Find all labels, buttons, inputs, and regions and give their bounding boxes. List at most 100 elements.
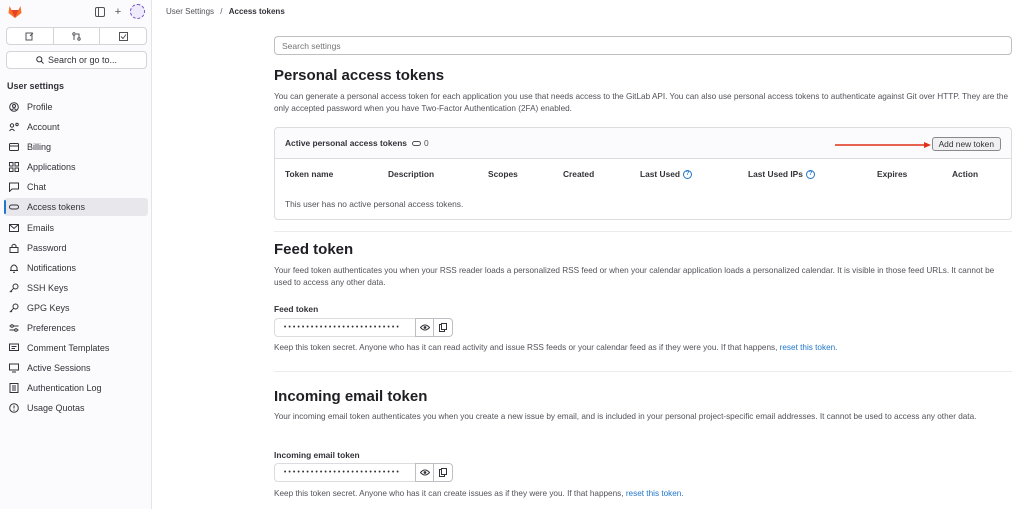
divider <box>274 371 1012 372</box>
token-icon <box>9 202 19 212</box>
token-icon <box>411 140 421 146</box>
quota-icon <box>9 403 19 414</box>
reset-feed-token-link[interactable]: reset this token. <box>780 343 838 352</box>
sidebar-item-label: Password <box>27 242 67 253</box>
avatar[interactable] <box>130 4 145 19</box>
col-last-used-label: Last Used <box>640 169 681 179</box>
incoming-token-label: Incoming email token <box>274 450 360 460</box>
todos-button[interactable] <box>100 28 146 44</box>
preferences-icon <box>9 323 19 333</box>
eye-icon <box>419 469 430 476</box>
sidebar-section-title: User settings <box>7 81 65 91</box>
pat-title: Personal access tokens <box>274 67 445 84</box>
breadcrumb-current: Access tokens <box>228 7 285 16</box>
sidebar-item-label: Comment Templates <box>27 343 110 354</box>
col-description: Description <box>388 169 435 179</box>
reveal-button[interactable] <box>415 463 434 482</box>
sidebar-item-label: Usage Quotas <box>27 403 85 414</box>
sidebar-item-billing[interactable]: Billing <box>4 138 148 156</box>
col-scopes: Scopes <box>488 169 518 179</box>
sidebar-item-label: GPG Keys <box>27 302 70 313</box>
search-settings-input[interactable] <box>274 36 1012 55</box>
sidebar: + Search or go to... User settings Profi… <box>0 0 152 509</box>
issues-icon <box>25 32 34 40</box>
annotation-arrow-icon <box>835 142 931 148</box>
sidebar-item-label: SSH Keys <box>27 282 69 293</box>
sidebar-item-label: Account <box>27 122 60 133</box>
sidebar-item-label: Emails <box>27 222 55 233</box>
sidebar-item-notifications[interactable]: Notifications <box>4 259 148 277</box>
sidebar-item-applications[interactable]: Applications <box>4 158 148 176</box>
key-icon <box>9 283 19 293</box>
feed-token-label: Feed token <box>274 304 319 314</box>
breadcrumb-parent[interactable]: User Settings <box>166 7 214 16</box>
sidebar-item-gpg-keys[interactable]: GPG Keys <box>4 299 148 317</box>
active-tokens-card: Active personal access tokens 0 Add new … <box>274 127 1012 220</box>
sidebar-item-active-sessions[interactable]: Active Sessions <box>4 359 148 377</box>
sidebar-item-comment-templates[interactable]: Comment Templates <box>4 339 148 357</box>
incoming-token-group: •••••••••••••••••••••••••• <box>274 463 453 482</box>
sidebar-item-chat[interactable]: Chat <box>4 178 148 196</box>
card-title: Active personal access tokens <box>285 138 407 148</box>
incoming-token-field[interactable]: •••••••••••••••••••••••••• <box>274 463 415 482</box>
todo-icon <box>118 31 128 41</box>
account-icon <box>9 122 19 132</box>
divider <box>274 231 1012 232</box>
question-icon[interactable]: ? <box>683 169 693 179</box>
eye-icon <box>419 324 430 331</box>
col-last-used-ips-label: Last Used IPs <box>748 169 803 179</box>
sidebar-item-usage-quotas[interactable]: Usage Quotas <box>4 399 148 417</box>
col-created: Created <box>563 169 595 179</box>
lock-icon <box>9 243 19 253</box>
sidebar-item-emails[interactable]: Emails <box>4 219 148 237</box>
sidebar-item-authentication-log[interactable]: Authentication Log <box>4 379 148 397</box>
copy-icon <box>439 323 447 332</box>
sidebar-item-ssh-keys[interactable]: SSH Keys <box>4 279 148 297</box>
billing-icon <box>9 142 19 152</box>
sidebar-nav: Profile Account Billing Applications Chat Acc… <box>4 98 148 420</box>
sidebar-toggle-icon[interactable] <box>94 6 106 18</box>
reset-incoming-token-link[interactable]: reset this token. <box>626 489 684 498</box>
sidebar-item-label: Applications <box>27 162 76 173</box>
sidebar-item-label: Preferences <box>27 323 76 334</box>
sidebar-item-label: Billing <box>27 142 52 153</box>
feed-token-field[interactable]: •••••••••••••••••••••••••• <box>274 318 415 337</box>
sidebar-item-profile[interactable]: Profile <box>4 98 148 116</box>
copy-button[interactable] <box>434 463 453 482</box>
merge-requests-button[interactable] <box>54 28 101 44</box>
sidebar-item-preferences[interactable]: Preferences <box>4 319 148 337</box>
col-action: Action <box>952 169 979 179</box>
sidebar-item-access-tokens[interactable]: Access tokens <box>4 198 148 217</box>
sidebar-item-label: Active Sessions <box>27 363 91 374</box>
chat-icon <box>9 182 19 193</box>
breadcrumb: User Settings / Access tokens <box>166 7 285 16</box>
feed-description: Your feed token authenticates you when y… <box>274 266 995 287</box>
sidebar-top: + <box>0 0 151 26</box>
issues-button[interactable] <box>7 28 54 44</box>
question-icon[interactable]: ? <box>805 169 815 179</box>
sidebar-item-account[interactable]: Account <box>4 118 148 136</box>
col-last-used: Last Used? <box>640 169 693 179</box>
gitlab-logo-icon[interactable] <box>8 5 22 18</box>
table-header: Token name Description Scopes Created La… <box>285 169 1001 181</box>
search-or-go-button[interactable]: Search or go to... <box>6 51 147 69</box>
sidebar-item-label: Notifications <box>27 262 77 273</box>
pat-description: You can generate a personal access token… <box>274 92 1008 113</box>
token-count-value: 0 <box>423 138 429 148</box>
comment-icon <box>9 343 19 353</box>
search-icon <box>36 56 44 64</box>
incoming-note-text: Keep this token secret. Anyone who has i… <box>274 489 624 498</box>
sidebar-item-password[interactable]: Password <box>4 239 148 257</box>
feed-title: Feed token <box>274 241 354 258</box>
sidebar-item-label: Access tokens <box>27 202 86 213</box>
col-last-used-ips: Last Used IPs? <box>748 169 815 179</box>
copy-button[interactable] <box>434 318 453 337</box>
sidebar-quick-buttons <box>6 27 147 45</box>
reveal-button[interactable] <box>415 318 434 337</box>
breadcrumb-separator: / <box>220 7 223 16</box>
feed-token-note: Keep this token secret. Anyone who has i… <box>274 343 837 352</box>
plus-icon[interactable]: + <box>112 6 124 18</box>
sidebar-item-label: Profile <box>27 102 53 112</box>
col-token-name: Token name <box>285 169 334 179</box>
add-new-token-button[interactable]: Add new token <box>931 137 1001 151</box>
